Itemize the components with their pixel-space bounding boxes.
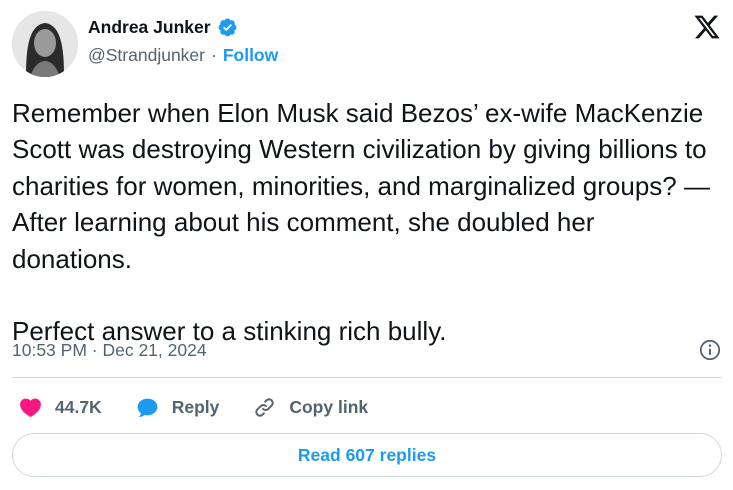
author-info: Andrea Junker @Strandjunker · Follow [88,17,278,66]
tweet-meta: 10:53 PM · Dec 21, 2024 [12,337,722,363]
reply-label: Reply [171,396,220,417]
like-count: 44.7K [55,396,102,417]
like-button[interactable]: 44.7K [18,395,102,420]
tweet-header: Andrea Junker @Strandjunker · Follow [12,11,722,81]
author-handle[interactable]: @Strandjunker [88,45,205,66]
separator-dot: · [211,45,217,65]
reply-button[interactable]: Reply [135,395,220,420]
divider [12,377,722,378]
copy-link-button[interactable]: Copy link [252,395,368,420]
link-icon [252,395,277,420]
x-logo-icon[interactable] [692,13,722,41]
author-display-name[interactable]: Andrea Junker [88,17,211,38]
info-icon[interactable] [698,338,722,362]
avatar[interactable] [12,11,78,77]
verified-badge-icon [217,17,238,38]
action-bar: 44.7K Reply Copy link [18,392,401,422]
timestamp[interactable]: 10:53 PM · Dec 21, 2024 [12,340,207,361]
read-replies-button[interactable]: Read 607 replies [12,433,722,477]
heart-icon [18,395,43,420]
speech-bubble-icon [135,395,160,420]
tweet-text: Remember when Elon Musk said Bezos’ ex-w… [12,98,710,347]
avatar-image [12,11,78,77]
copy-link-label: Copy link [289,396,369,417]
follow-button[interactable]: Follow [223,45,278,66]
